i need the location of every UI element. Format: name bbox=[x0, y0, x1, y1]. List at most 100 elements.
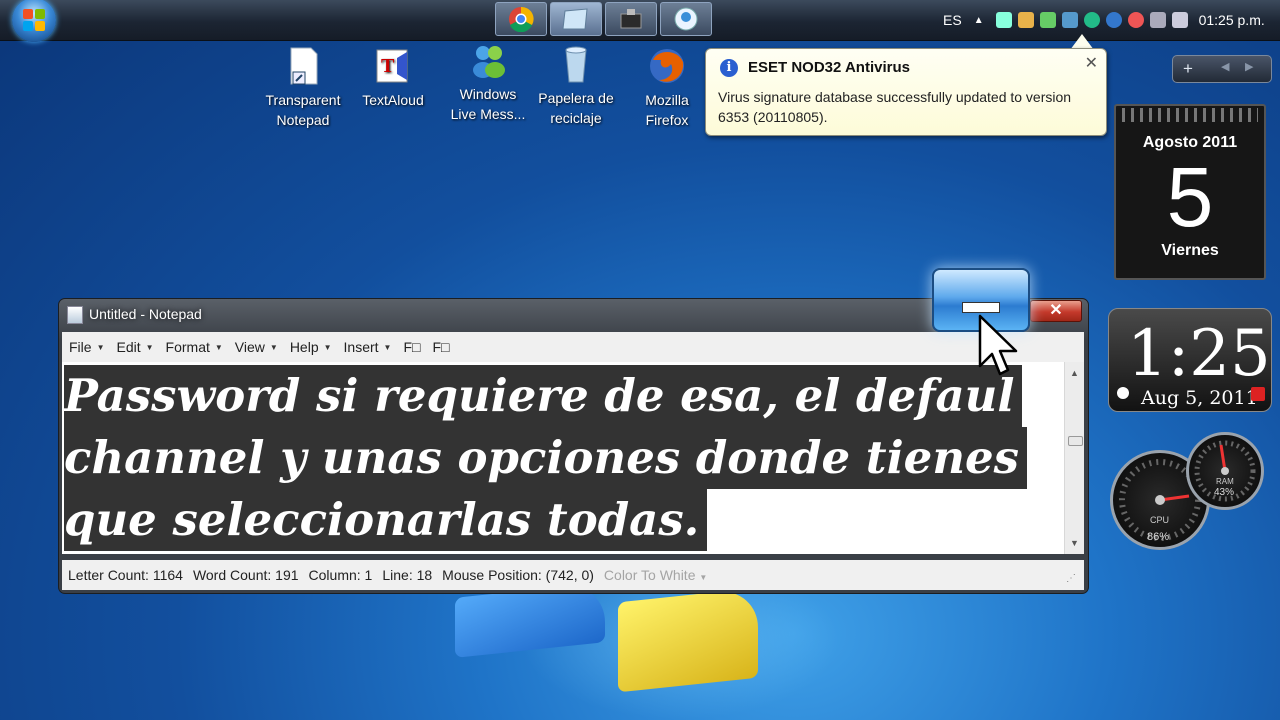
menu-file[interactable]: File ▼ bbox=[69, 339, 104, 355]
messenger-icon bbox=[674, 7, 698, 31]
speaker-icon[interactable] bbox=[1251, 387, 1265, 401]
notification-balloon[interactable]: i ESET NOD32 Antivirus Virus signature d… bbox=[705, 48, 1107, 136]
cpu-percent: 86% bbox=[1147, 531, 1170, 543]
svg-text:T: T bbox=[381, 55, 395, 77]
chrome-icon bbox=[509, 6, 534, 32]
scroll-down-icon[interactable]: ▼ bbox=[1070, 538, 1079, 548]
ram-gauge[interactable]: RAM 43% bbox=[1186, 432, 1264, 510]
notification-title: ESET NOD32 Antivirus bbox=[748, 59, 910, 76]
desktop-icon-recycle-bin[interactable]: Papelera de reciclaje bbox=[534, 44, 618, 128]
menu-f1[interactable]: F□ bbox=[403, 339, 420, 355]
notepad-statusbar: Letter Count: 1164 Word Count: 191 Colum… bbox=[62, 560, 1084, 590]
tray-power-icon[interactable] bbox=[1149, 12, 1166, 28]
clock-gadget[interactable]: 1:25 Aug 5, 2011 bbox=[1108, 308, 1272, 412]
chevron-down-icon: ▼ bbox=[145, 342, 154, 352]
recycle-bin-icon bbox=[556, 44, 596, 84]
notepad-window-icon bbox=[67, 306, 83, 324]
desktop-icon-textaloud[interactable]: T TextAloud bbox=[351, 46, 435, 110]
cpu-gauge-label: CPU bbox=[1150, 515, 1170, 525]
desktop-icon-windows-live-messenger[interactable]: Windows Live Mess... bbox=[446, 40, 530, 124]
chevron-down-icon: ▼ bbox=[383, 342, 392, 352]
tray-network-icon[interactable] bbox=[995, 12, 1012, 28]
color-to-white-dropdown[interactable]: Color To White ▼ bbox=[604, 567, 707, 583]
clock-date: Aug 5, 2011 bbox=[1141, 387, 1258, 409]
menu-edit[interactable]: Edit ▼ bbox=[116, 339, 153, 355]
tray-shield-icon[interactable] bbox=[1017, 12, 1034, 28]
taskbar-clock[interactable]: 01:25 p.m. bbox=[1199, 12, 1265, 28]
menu-insert[interactable]: Insert ▼ bbox=[344, 339, 392, 355]
menu-help[interactable]: Help ▼ bbox=[290, 339, 332, 355]
taskbar-media-button[interactable] bbox=[605, 2, 657, 36]
ram-percent: 43% bbox=[1214, 487, 1235, 498]
prev-gadget-icon[interactable]: ◀ bbox=[1221, 60, 1229, 73]
notepad-text-area[interactable]: Password si requiere de esa, el defaul c… bbox=[62, 362, 1064, 554]
notification-message: Virus signature database successfully up… bbox=[718, 89, 1072, 125]
moon-icon bbox=[1117, 387, 1129, 399]
tray-expand-icon[interactable]: ▲ bbox=[974, 15, 984, 26]
wallpaper-flag-yellow bbox=[618, 587, 758, 693]
taskbar-chrome-button[interactable] bbox=[495, 2, 547, 36]
scroll-thumb[interactable] bbox=[1068, 436, 1083, 446]
desktop-icon-transparent-notepad[interactable]: Transparent Notepad bbox=[261, 46, 345, 130]
menu-f2[interactable]: F□ bbox=[432, 339, 449, 355]
desktop-icon-label: TextAloud bbox=[362, 92, 424, 108]
status-column: Column: 1 bbox=[308, 567, 373, 583]
tray-globe-icon[interactable] bbox=[1105, 12, 1122, 28]
windows-logo-icon bbox=[23, 9, 45, 31]
close-button[interactable]: ✕ bbox=[1030, 300, 1082, 322]
desktop-icon-label: Papelera de reciclaje bbox=[538, 90, 614, 126]
vertical-scrollbar[interactable]: ▲ ▼ bbox=[1064, 362, 1084, 554]
notepad-menubar: File ▼ Edit ▼ Format ▼ View ▼ Help ▼ Insert ▼ … bbox=[62, 332, 1084, 362]
next-gadget-icon[interactable]: ▶ bbox=[1245, 60, 1253, 73]
add-gadget-icon[interactable]: + bbox=[1183, 59, 1193, 79]
text-line: Password si requiere de esa, el defaul bbox=[64, 365, 1023, 427]
desktop-icon-label: Transparent Notepad bbox=[265, 92, 341, 128]
text-line: channel y unas opciones donde tienes bbox=[64, 427, 1027, 489]
chevron-down-icon: ▼ bbox=[214, 342, 223, 352]
menu-format[interactable]: Format ▼ bbox=[166, 339, 223, 355]
notepad-title: Untitled - Notepad bbox=[89, 306, 202, 322]
mouse-cursor-icon bbox=[978, 314, 1018, 376]
tray-eset-icon[interactable] bbox=[1083, 12, 1100, 28]
chevron-down-icon: ▼ bbox=[323, 342, 332, 352]
resize-grip-icon[interactable]: ⋰ bbox=[1066, 573, 1076, 584]
menu-view[interactable]: View ▼ bbox=[235, 339, 278, 355]
messenger-icon bbox=[468, 40, 508, 80]
notepad-icon bbox=[562, 8, 588, 30]
scroll-up-icon[interactable]: ▲ bbox=[1070, 368, 1079, 378]
calendar-rings bbox=[1122, 108, 1258, 122]
tray-plugin-icon[interactable] bbox=[1039, 12, 1056, 28]
desktop-icon-label: Mozilla Firefox bbox=[645, 92, 689, 128]
close-icon[interactable]: ✕ bbox=[1085, 53, 1098, 73]
firefox-icon bbox=[647, 46, 687, 86]
status-mouse-position: Mouse Position: (742, 0) bbox=[442, 567, 594, 583]
tray-monitor-icon[interactable] bbox=[1061, 12, 1078, 28]
chevron-down-icon: ▼ bbox=[269, 342, 278, 352]
minimize-icon bbox=[962, 302, 1000, 313]
desktop-icon-firefox[interactable]: Mozilla Firefox bbox=[625, 46, 709, 130]
textaloud-icon: T bbox=[373, 46, 413, 86]
status-line: Line: 18 bbox=[382, 567, 433, 583]
ram-gauge-label: RAM bbox=[1216, 477, 1234, 486]
taskbar-notepad-button[interactable] bbox=[550, 2, 602, 36]
calendar-weekday: Viernes bbox=[1161, 242, 1219, 259]
calendar-day: 5 bbox=[1166, 150, 1214, 244]
system-tray: ES ▲ 01:25 p.m. bbox=[943, 0, 1265, 40]
info-icon: i bbox=[720, 59, 738, 77]
gadget-toolbar: + ◀ ▶ bbox=[1172, 55, 1272, 83]
tray-volume-icon[interactable] bbox=[1171, 12, 1188, 28]
status-word-count: Word Count: 191 bbox=[192, 567, 299, 583]
chevron-down-icon: ▼ bbox=[699, 573, 708, 582]
taskbar-messenger-button[interactable] bbox=[660, 2, 712, 36]
status-letter-count: Letter Count: 1164 bbox=[68, 567, 183, 583]
media-icon bbox=[620, 9, 642, 29]
tray-sync-icon[interactable] bbox=[1127, 12, 1144, 28]
notepad-shortcut-icon bbox=[283, 46, 323, 86]
chevron-down-icon: ▼ bbox=[96, 342, 105, 352]
calendar-gadget[interactable]: Agosto 2011 5 Viernes bbox=[1114, 104, 1266, 280]
clock-time: 1:25 bbox=[1127, 317, 1271, 391]
desktop-icon-label: Windows Live Mess... bbox=[450, 86, 526, 122]
language-indicator[interactable]: ES bbox=[943, 12, 962, 28]
text-line: que seleccionarlas todas. bbox=[64, 489, 708, 551]
start-button[interactable] bbox=[12, 0, 56, 42]
